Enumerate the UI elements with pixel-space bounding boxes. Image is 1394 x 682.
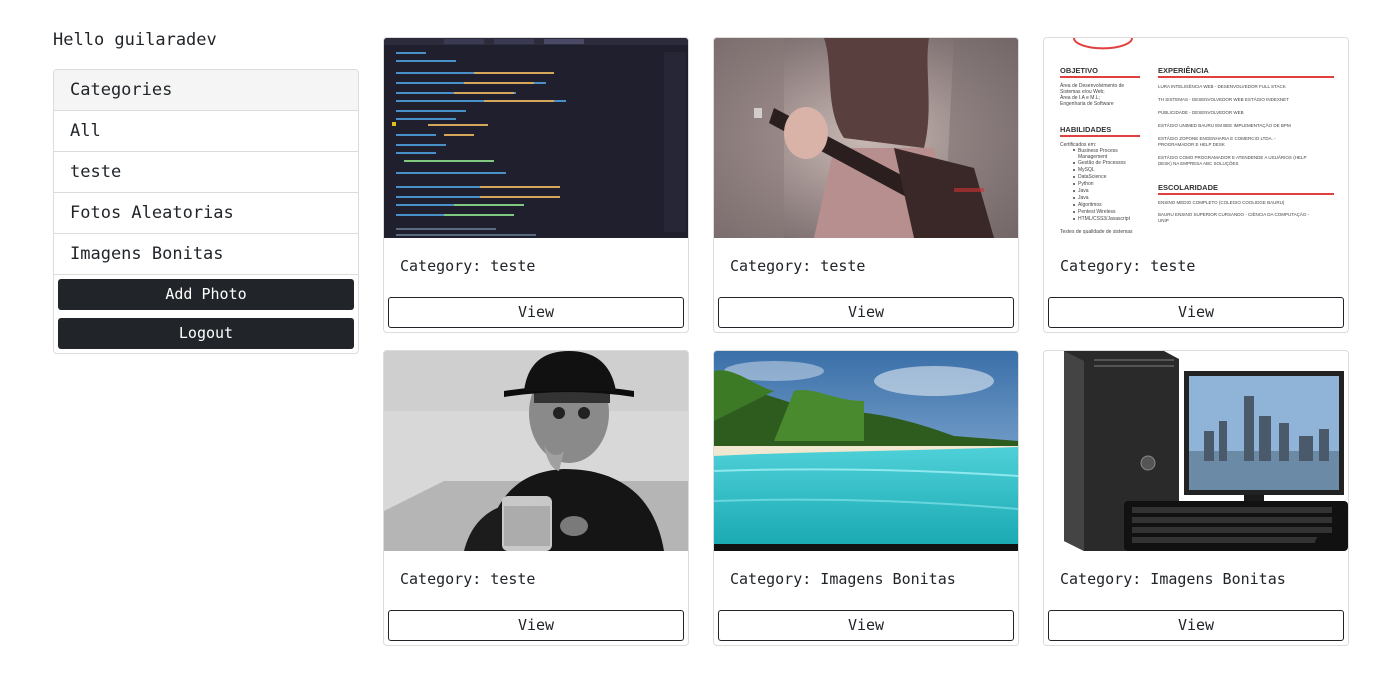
view-button[interactable]: View [1048, 610, 1344, 641]
categories-header: Categories [54, 70, 358, 111]
resume-text: Python [1078, 181, 1094, 187]
man-with-hat-thumbnail[interactable] [384, 351, 688, 551]
resume-text: Java [1078, 195, 1089, 201]
code-editor-thumbnail[interactable] [384, 38, 688, 238]
resume-text: MySQL [1078, 167, 1095, 173]
resume-text: Área de Desenvolvimento de [1060, 82, 1124, 89]
view-button[interactable]: View [718, 610, 1014, 641]
category-item-imagens-bonitas[interactable]: Imagens Bonitas [54, 234, 358, 275]
resume-text: ESTÁGIO COMO PROGRAMADOR E ATENDENDE A U… [1158, 154, 1306, 160]
computer-set-thumbnail[interactable] [1044, 351, 1348, 551]
category-item-teste[interactable]: teste [54, 152, 358, 193]
photo-category-caption: Category: teste [1060, 257, 1196, 275]
add-photo-button[interactable]: Add Photo [58, 279, 354, 310]
category-item-fotos-aleatorias[interactable]: Fotos Aleatorias [54, 193, 358, 234]
resume-text: ENSINO MEDIO COMPLETO (COLEGIO COOLIDGE … [1158, 200, 1285, 205]
resume-text: HTML/CSS3/Javascript [1078, 216, 1131, 222]
photo-card: OBJETIVO Área de Desenvolvimento de Sist… [1043, 37, 1349, 333]
logout-button[interactable]: Logout [58, 318, 354, 349]
resume-text: DESK) NA EMPRESA ABC SOLUÇÕES [1158, 160, 1239, 166]
view-button[interactable]: View [718, 297, 1014, 328]
photo-card: Category: Imagens Bonitas View [1043, 350, 1349, 646]
resume-escolaridade-heading: ESCOLARIDADE [1158, 183, 1218, 192]
photo-category-caption: Category: teste [730, 257, 866, 275]
photo-card: Category: Imagens Bonitas View [713, 350, 1019, 646]
resume-text: PROGRAMADOR E HELP DESK [1158, 142, 1225, 147]
resume-text: Algoritmos [1078, 202, 1102, 208]
resume-text: BAURU ENSINO SUPERIOR CURSANDO - CIÊNCIA… [1158, 210, 1310, 217]
view-button[interactable]: View [388, 297, 684, 328]
category-item-all[interactable]: All [54, 111, 358, 152]
resume-text: ESTÁGIO UNIMED BAURU EM BEE IMPLEMENTAÇÃ… [1158, 122, 1291, 128]
resume-text: Pentest Wireless [1078, 209, 1116, 215]
resume-text: Testes de qualidade de sistemas [1060, 229, 1133, 235]
resume-text: TH SISTEMAS - DESENVOLVEDOR WEB ESTÁGIO … [1158, 96, 1289, 102]
resume-text: LURA INTELIGÊNCIA WEB - DESENVOLVEDOR FU… [1158, 82, 1286, 89]
photo-category-caption: Category: Imagens Bonitas [730, 570, 956, 588]
resume-text: Engenharia de Software [1060, 101, 1114, 107]
photo-card: Category: teste View [383, 37, 689, 333]
photo-category-caption: Category: teste [400, 257, 536, 275]
resume-habilidades-heading: HABILIDADES [1060, 125, 1111, 134]
resume-text: Java [1078, 188, 1089, 194]
resume-text: PUBLICIDADE - DESENVOLVEDOR WEB [1158, 110, 1244, 115]
resume-text: Gestão de Processos [1078, 160, 1126, 166]
photo-category-caption: Category: teste [400, 570, 536, 588]
photo-card: Category: teste View [383, 350, 689, 646]
resume-objetivo-heading: OBJETIVO [1060, 66, 1098, 75]
view-button[interactable]: View [388, 610, 684, 641]
resume-text: UNIP [1158, 218, 1169, 223]
photo-card: Category: teste View [713, 37, 1019, 333]
resume-text: ESTÁGIO ZOPONE ENGENHARIA E COMERCIO LTD… [1158, 135, 1276, 141]
resume-experiencia-heading: EXPERIÊNCIA [1158, 66, 1209, 75]
greeting-text: Hello guilaradev [53, 30, 217, 50]
view-button[interactable]: View [1048, 297, 1344, 328]
beach-thumbnail[interactable] [714, 351, 1018, 551]
category-sidebar: Categories All teste Fotos Aleatorias Im… [53, 69, 359, 354]
resume-text: DataScience [1078, 174, 1107, 180]
guitar-player-thumbnail[interactable] [714, 38, 1018, 238]
resume-text: Área de I.A e M.L; [1060, 94, 1100, 101]
resume-thumbnail[interactable]: OBJETIVO Área de Desenvolvimento de Sist… [1044, 38, 1348, 238]
photo-category-caption: Category: Imagens Bonitas [1060, 570, 1286, 588]
